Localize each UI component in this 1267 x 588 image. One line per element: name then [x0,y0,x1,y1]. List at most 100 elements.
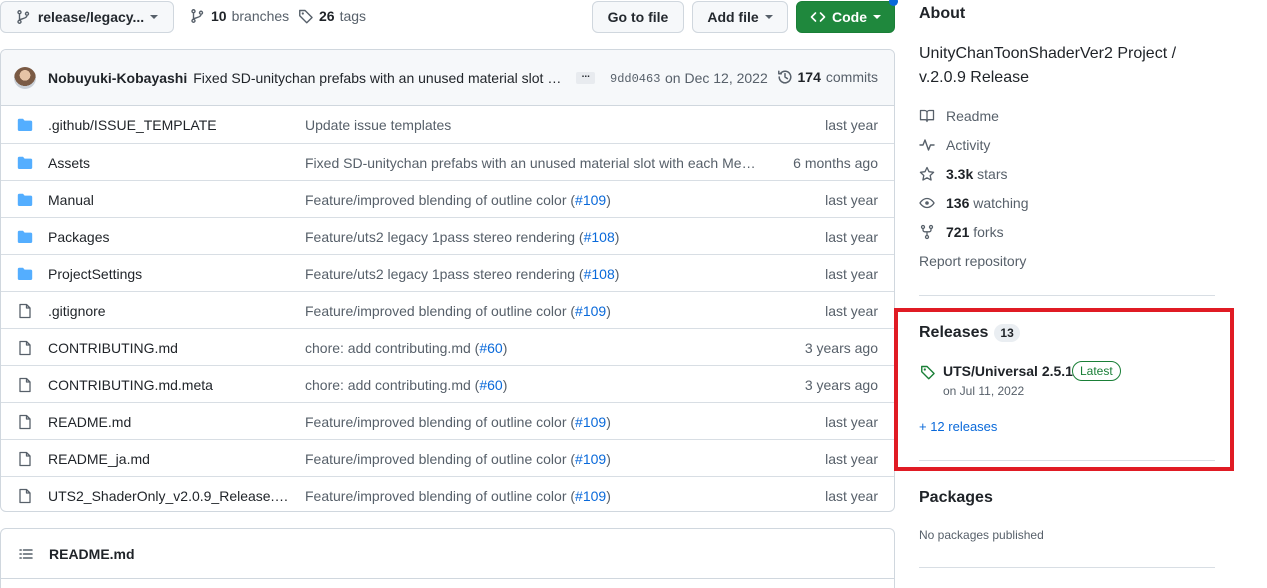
tags-link[interactable]: 26 tags [298,8,366,24]
latest-release-date: on Jul 11, 2022 [943,384,1025,398]
table-row[interactable]: Manual Feature/improved blending of outli… [1,180,894,217]
file-list: Nobuyuki-Kobayashi Fixed SD-unitychan pr… [0,49,895,512]
watching-count: 136 [946,195,970,211]
list-icon[interactable] [18,546,34,562]
file-icon [17,303,33,319]
file-name-link[interactable]: CONTRIBUTING.md [48,340,293,356]
chevron-down-icon [764,15,773,19]
folder-icon [17,155,33,171]
table-row[interactable]: .github/ISSUE_TEMPLATE Update issue templ… [1,106,894,143]
table-row[interactable]: Assets Fixed SD-unitychan prefabs with an… [1,143,894,180]
readme-title[interactable]: README.md [49,546,135,562]
commit-sha[interactable]: 9dd0463 [610,72,660,86]
file-commit-message[interactable]: Feature/improved blending of outline col… [305,303,757,319]
branches-label: branches [231,8,290,24]
pull-request-link[interactable]: #109 [575,192,606,208]
file-name-link[interactable]: UTS2_ShaderOnly_v2.0.9_Release.unitypack… [48,488,293,504]
file-icon [17,414,33,430]
paren-close: ) [502,377,508,393]
file-icon [17,488,33,504]
folder-icon [17,117,33,133]
file-commit-message[interactable]: Fixed SD-unitychan prefabs with an unuse… [305,155,757,171]
commit-author[interactable]: Nobuyuki-Kobayashi [48,70,187,86]
activity-link[interactable]: Activity [919,137,990,153]
file-name-link[interactable]: README_ja.md [48,451,293,467]
file-commit-message[interactable]: Feature/uts2 legacy 1pass stereo renderi… [305,266,757,282]
pull-request-link[interactable]: #109 [575,303,606,319]
branch-select-label: release/legacy... [37,9,145,25]
packages-heading[interactable]: Packages [919,489,993,507]
file-commit-text: Fixed SD-unitychan prefabs with an unuse… [305,155,757,171]
file-name-link[interactable]: CONTRIBUTING.md.meta [48,377,293,393]
commits-label: commits [825,69,878,85]
latest-release-name[interactable]: UTS/Universal 2.5.1 [943,363,1073,379]
code-icon [810,9,826,25]
table-row[interactable]: ProjectSettings Feature/uts2 legacy 1pass… [1,254,894,291]
pull-request-link[interactable]: #108 [584,229,615,245]
branches-count: 10 [211,8,227,24]
commits-count: 174 [797,69,821,85]
table-row[interactable]: CONTRIBUTING.md.meta chore: add contribut… [1,365,894,402]
branches-link[interactable]: 10 branches [190,8,289,24]
add-file-button[interactable]: Add file [692,1,788,33]
pull-request-link[interactable]: #108 [584,266,615,282]
file-name-link[interactable]: ProjectSettings [48,266,293,282]
forks-link[interactable]: 721 forks [919,224,1004,240]
file-commit-text: Feature/improved blending of outline col… [305,488,576,504]
pull-request-link[interactable]: #60 [479,340,502,356]
releases-heading[interactable]: Releases 13 [919,324,1020,342]
commits-link[interactable]: 174 commits [777,69,878,85]
git-branch-icon [16,9,32,25]
table-row[interactable]: .gitignore Feature/improved blending of o… [1,291,894,328]
table-row[interactable]: UTS2_ShaderOnly_v2.0.9_Release.unitypack… [1,476,894,511]
file-commit-message[interactable]: Feature/improved blending of outline col… [305,414,757,430]
more-releases-link[interactable]: + 12 releases [919,419,997,434]
report-repository-link[interactable]: Report repository [919,253,1026,269]
tag-icon [298,8,314,24]
tag-icon [920,364,936,380]
go-to-file-button[interactable]: Go to file [592,1,684,33]
file-commit-time: last year [825,451,878,467]
commit-expand-button[interactable]: ... [576,69,596,84]
file-commit-message[interactable]: Feature/improved blending of outline col… [305,192,757,208]
stars-count: 3.3k [946,166,974,182]
file-commit-text: Feature/improved blending of outline col… [305,303,576,319]
paren-close: ) [606,451,611,467]
code-button[interactable]: Code [796,1,895,33]
file-commit-message[interactable]: chore: add contributing.md (#60) [305,377,757,393]
paren-close: ) [606,303,611,319]
packages-empty-text: No packages published [919,528,1044,542]
folder-icon [17,192,33,208]
stars-link[interactable]: 3.3k stars [919,166,1007,182]
file-name-link[interactable]: .gitignore [48,303,293,319]
eye-icon [919,195,935,211]
pull-request-link[interactable]: #60 [479,377,502,393]
file-name-link[interactable]: .github/ISSUE_TEMPLATE [48,117,293,133]
table-row[interactable]: Packages Feature/uts2 legacy 1pass stereo… [1,217,894,254]
table-row[interactable]: README_ja.md Feature/improved blending of… [1,439,894,476]
readme-link[interactable]: Readme [919,108,999,124]
file-commit-message[interactable]: Update issue templates [305,117,757,133]
notification-dot [889,0,898,6]
file-name-link[interactable]: Packages [48,229,293,245]
file-commit-time: last year [825,488,878,504]
table-row[interactable]: CONTRIBUTING.md chore: add contributing.m… [1,328,894,365]
commit-message[interactable]: Fixed SD-unitychan prefabs with an unuse… [193,70,569,86]
readme-header: README.md [1,529,894,579]
file-name-link[interactable]: README.md [48,414,293,430]
file-commit-message[interactable]: chore: add contributing.md (#60) [305,340,757,356]
avatar[interactable] [14,66,36,89]
table-row[interactable]: README.md Feature/improved blending of ou… [1,402,894,439]
watchers-link[interactable]: 136 watching [919,195,1029,211]
file-commit-message[interactable]: Feature/uts2 legacy 1pass stereo renderi… [305,229,757,245]
pull-request-link[interactable]: #109 [575,451,606,467]
file-name-link[interactable]: Manual [48,192,293,208]
branch-select-button[interactable]: release/legacy... [0,1,174,33]
file-commit-message[interactable]: Feature/improved blending of outline col… [305,451,757,467]
commit-date: on Dec 12, 2022 [665,70,768,86]
pull-request-link[interactable]: #109 [575,488,606,504]
file-commit-message[interactable]: Feature/improved blending of outline col… [305,488,757,504]
file-name-link[interactable]: Assets [48,155,293,171]
pull-request-link[interactable]: #109 [575,414,606,430]
releases-count-badge: 13 [994,324,1020,342]
